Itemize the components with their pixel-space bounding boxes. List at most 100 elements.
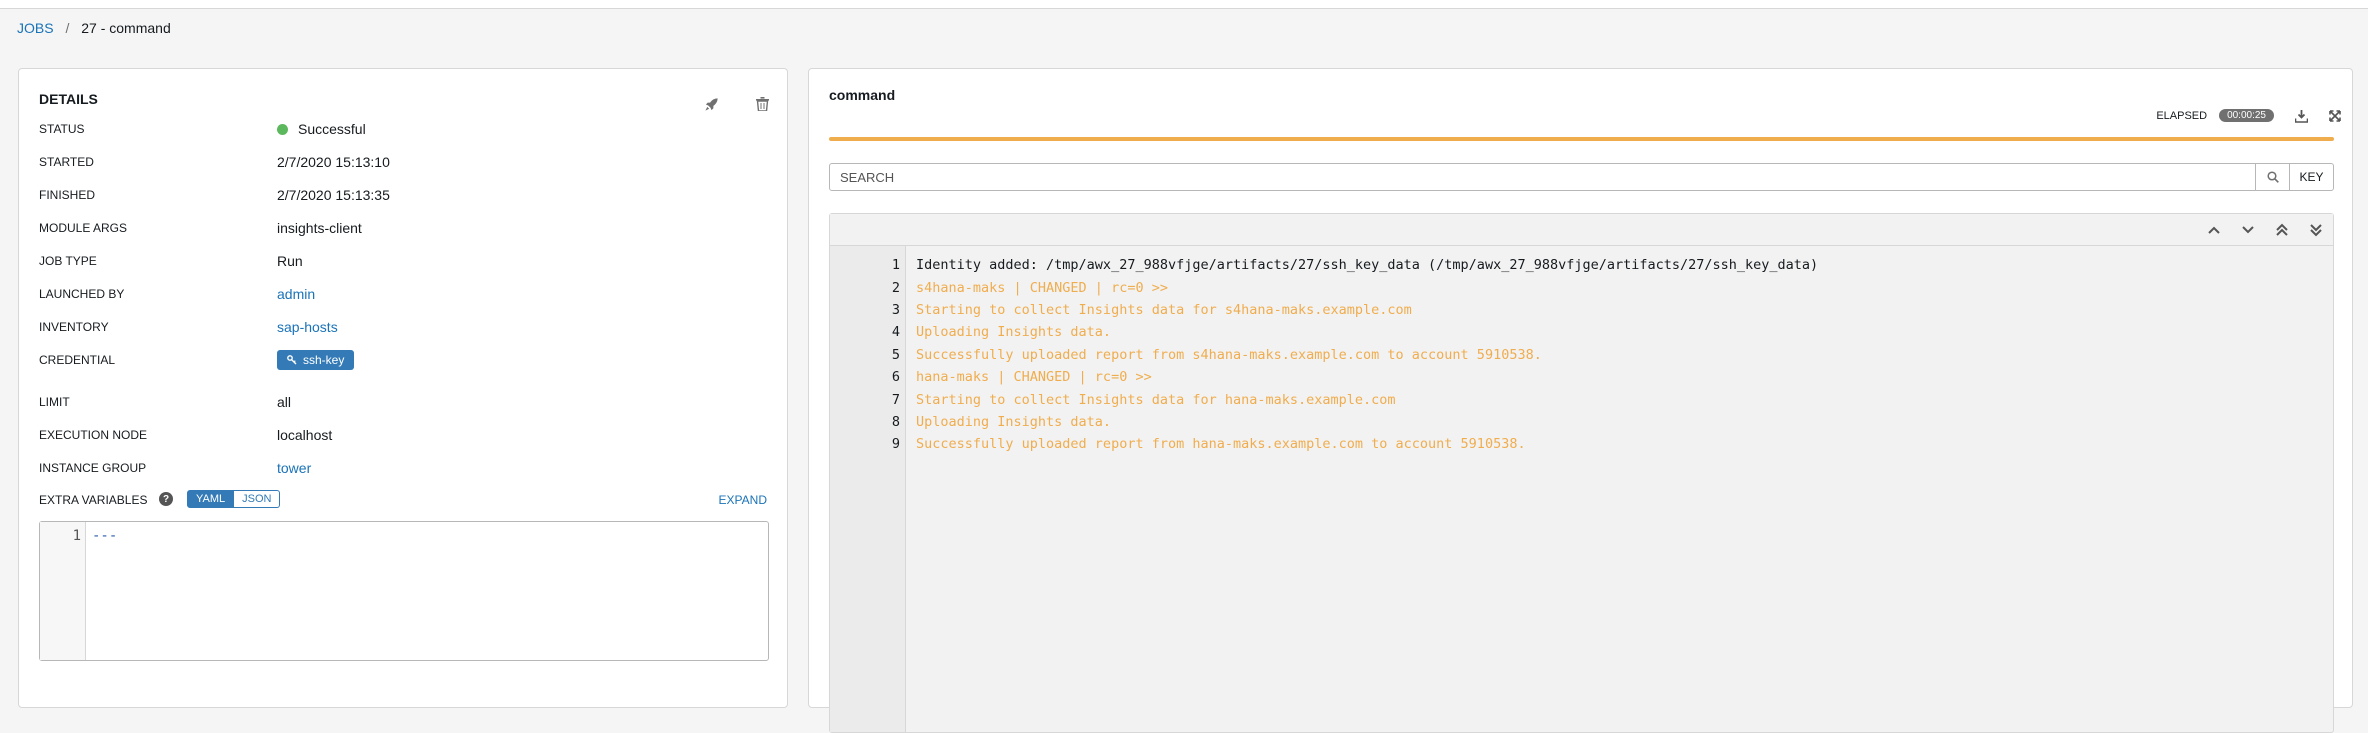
log-line-text: Identity added: /tmp/awx_27_988vfjge/art… bbox=[916, 257, 1819, 274]
inventory-label: INVENTORY bbox=[39, 320, 109, 334]
launched-by-row: LAUNCHED BY admin bbox=[39, 283, 769, 305]
job-type-label: JOB TYPE bbox=[39, 254, 97, 268]
job-type-row: JOB TYPE Run bbox=[39, 250, 769, 272]
inventory-link[interactable]: sap-hosts bbox=[277, 319, 338, 335]
execution-node-label: EXECUTION NODE bbox=[39, 428, 148, 442]
extra-variables-label: EXTRA VARIABLES bbox=[39, 493, 148, 507]
log-line-number: 9 bbox=[891, 436, 900, 453]
top-bar bbox=[0, 0, 2368, 9]
log-line-number: 8 bbox=[891, 413, 900, 430]
log-line: 5 Successfully uploaded report from s4han… bbox=[892, 344, 2333, 366]
elapsed-badge: 00:00:25 bbox=[2219, 109, 2274, 122]
limit-row: LIMIT all bbox=[39, 391, 769, 413]
log-line: 8 Uploading Insights data. bbox=[892, 411, 2333, 433]
breadcrumb-jobs-link[interactable]: JOBS bbox=[17, 20, 54, 36]
job-progress-fill bbox=[829, 137, 2334, 141]
help-icon[interactable]: ? bbox=[159, 492, 173, 506]
double-chevron-up-icon bbox=[2276, 223, 2288, 236]
credential-chip[interactable]: ssh-key bbox=[277, 350, 355, 370]
log-line: 3 Starting to collect Insights data for s… bbox=[892, 299, 2333, 321]
details-title: DETAILS bbox=[39, 91, 98, 107]
job-progress-bar bbox=[829, 137, 2334, 141]
expand-link[interactable]: EXPAND bbox=[719, 493, 767, 507]
log-line-number: 2 bbox=[891, 279, 900, 296]
relaunch-button[interactable] bbox=[700, 93, 722, 115]
started-row: STARTED 2/7/2020 15:13:10 bbox=[39, 151, 769, 173]
log-line-number: 4 bbox=[891, 324, 900, 341]
execution-node-value: localhost bbox=[277, 427, 333, 443]
finished-label: FINISHED bbox=[39, 188, 96, 202]
instance-group-link[interactable]: tower bbox=[277, 460, 311, 476]
chevron-down-icon bbox=[2242, 225, 2254, 233]
log-line-text: Starting to collect Insights data for s4… bbox=[916, 301, 1412, 318]
limit-label: LIMIT bbox=[39, 395, 70, 409]
credential-row: CREDENTIAL ssh-key bbox=[39, 349, 769, 371]
yaml-toggle[interactable]: YAML bbox=[187, 490, 235, 508]
scroll-bottom-button[interactable] bbox=[2305, 219, 2327, 241]
log-body: 1 Identity added: /tmp/awx_27_988vfjge/ar… bbox=[830, 246, 2333, 732]
search-button[interactable] bbox=[2256, 163, 2290, 191]
scroll-up-button[interactable] bbox=[2203, 219, 2225, 241]
output-panel: command ELAPSED 00:00:25 KEY bbox=[808, 68, 2353, 733]
success-status-icon bbox=[277, 123, 288, 135]
started-value: 2/7/2020 15:13:10 bbox=[277, 154, 390, 170]
log-toolbar bbox=[830, 214, 2333, 246]
launched-by-label: LAUNCHED BY bbox=[39, 287, 125, 301]
log-line: 2 s4hana-maks | CHANGED | rc=0 >> bbox=[892, 276, 2333, 298]
log-line-text: Uploading Insights data. bbox=[916, 413, 1112, 430]
trash-icon bbox=[755, 97, 769, 111]
instance-group-row: INSTANCE GROUP tower bbox=[39, 457, 769, 479]
limit-value: all bbox=[277, 394, 292, 410]
breadcrumb-current: 27 - command bbox=[81, 20, 171, 36]
log-line-text: hana-maks | CHANGED | rc=0 >> bbox=[916, 369, 1152, 386]
search-bar: KEY bbox=[829, 163, 2334, 191]
log-line: 7 Starting to collect Insights data for h… bbox=[892, 388, 2333, 410]
format-toggle: YAML JSON bbox=[187, 490, 281, 508]
status-label: STATUS bbox=[39, 122, 85, 136]
log-line-number: 1 bbox=[891, 257, 900, 274]
module-args-value: insights-client bbox=[277, 220, 362, 236]
json-toggle[interactable]: JSON bbox=[234, 490, 281, 508]
log-line-number: 3 bbox=[891, 301, 900, 318]
rocket-icon bbox=[704, 97, 718, 111]
credential-chip-label: ssh-key bbox=[303, 353, 345, 367]
key-button[interactable]: KEY bbox=[2290, 163, 2334, 191]
log-gutter bbox=[830, 246, 906, 732]
output-title: command bbox=[829, 87, 896, 103]
elapsed-label: ELAPSED bbox=[2156, 109, 2208, 122]
module-args-row: MODULE ARGS insights-client bbox=[39, 217, 769, 239]
extra-variables-editor[interactable]: 1 --- bbox=[39, 521, 769, 661]
job-type-value: Run bbox=[277, 253, 303, 269]
status-text: Successful bbox=[298, 121, 366, 137]
inventory-row: INVENTORY sap-hosts bbox=[39, 316, 769, 338]
log-line: 6 hana-maks | CHANGED | rc=0 >> bbox=[892, 366, 2333, 388]
scroll-top-button[interactable] bbox=[2271, 219, 2293, 241]
search-input[interactable] bbox=[829, 163, 2256, 191]
search-icon bbox=[2266, 171, 2279, 183]
log-line-text: Successfully uploaded report from hana-m… bbox=[916, 436, 1526, 453]
log-line: 1 Identity added: /tmp/awx_27_988vfjge/ar… bbox=[892, 254, 2333, 276]
elapsed-indicator: ELAPSED 00:00:25 bbox=[2156, 109, 2274, 122]
finished-row: FINISHED 2/7/2020 15:13:35 bbox=[39, 184, 769, 206]
chevron-up-icon bbox=[2208, 226, 2220, 234]
execution-node-row: EXECUTION NODE localhost bbox=[39, 424, 769, 446]
breadcrumb-separator: / bbox=[65, 20, 70, 36]
fullscreen-button[interactable] bbox=[2324, 105, 2346, 127]
launched-by-link[interactable]: admin bbox=[277, 286, 315, 302]
module-args-label: MODULE ARGS bbox=[39, 221, 128, 235]
log-line-number: 5 bbox=[891, 346, 900, 363]
editor-content[interactable]: --- bbox=[86, 522, 123, 660]
log-lines: 1 Identity added: /tmp/awx_27_988vfjge/ar… bbox=[892, 246, 2333, 732]
log-line-text: s4hana-maks | CHANGED | rc=0 >> bbox=[916, 279, 1168, 296]
download-button[interactable] bbox=[2290, 105, 2312, 127]
expand-arrows-icon bbox=[2329, 110, 2341, 122]
credential-value: ssh-key bbox=[277, 350, 355, 370]
log-line-text: Successfully uploaded report from s4hana… bbox=[916, 346, 1542, 363]
editor-line-number: 1 bbox=[40, 522, 86, 660]
double-chevron-down-icon bbox=[2310, 223, 2322, 236]
status-row: STATUS Successful bbox=[39, 118, 769, 140]
finished-value: 2/7/2020 15:13:35 bbox=[277, 187, 390, 203]
delete-button[interactable] bbox=[751, 93, 773, 115]
log-line-text: Uploading Insights data. bbox=[916, 324, 1112, 341]
scroll-down-button[interactable] bbox=[2237, 219, 2259, 241]
